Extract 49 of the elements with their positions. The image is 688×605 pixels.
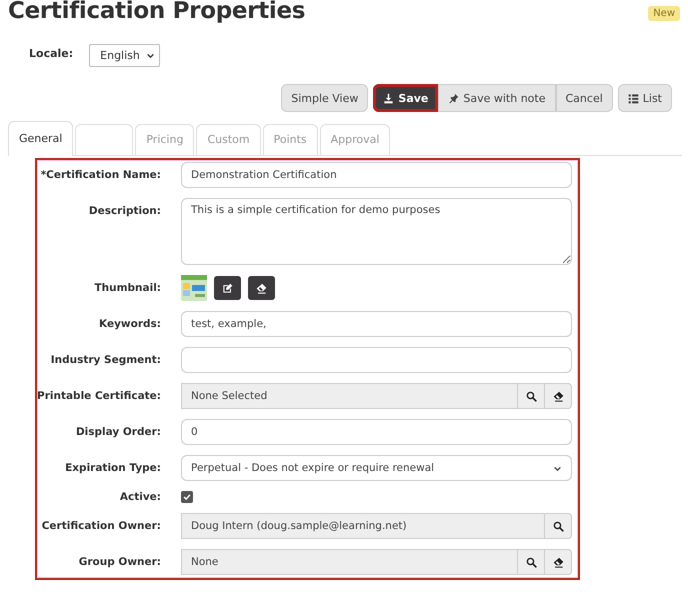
field-label: Industry Segment: bbox=[50, 354, 161, 366]
locale-select[interactable]: English bbox=[89, 44, 160, 67]
eraser-icon bbox=[256, 282, 267, 294]
input-field[interactable]: 0 bbox=[181, 419, 572, 445]
edit-icon bbox=[222, 282, 233, 294]
input-field[interactable]: Demonstration Certification bbox=[181, 162, 572, 188]
input-field[interactable]: None bbox=[181, 549, 518, 575]
input-field[interactable]: None Selected bbox=[181, 383, 518, 409]
field-label: Keywords: bbox=[98, 318, 161, 330]
chevron-icon bbox=[146, 51, 155, 60]
search-button[interactable] bbox=[518, 549, 545, 575]
search-icon bbox=[526, 390, 536, 402]
clear-button[interactable] bbox=[545, 549, 572, 575]
search-icon bbox=[552, 520, 564, 532]
checkbox[interactable] bbox=[181, 491, 193, 503]
text-area[interactable]: This is a simple certification for demo purposes bbox=[181, 198, 572, 265]
field-label: Active: bbox=[118, 491, 161, 503]
clear-button[interactable] bbox=[248, 276, 275, 300]
edit-button[interactable] bbox=[214, 276, 241, 300]
eraser-icon bbox=[552, 556, 564, 568]
toolbar-button[interactable]: Cancel bbox=[556, 84, 613, 112]
field-label: Group Owner: bbox=[78, 556, 161, 568]
select-field[interactable]: Perpetual - Does not expire or require renewal bbox=[181, 455, 572, 481]
toolbar-button[interactable]: List bbox=[618, 84, 672, 112]
download-icon bbox=[383, 92, 394, 104]
search-button[interactable] bbox=[545, 513, 572, 539]
pin-icon bbox=[448, 92, 460, 104]
tab[interactable]: General bbox=[8, 121, 74, 156]
search-button[interactable] bbox=[518, 383, 545, 409]
field-label: Expiration Type: bbox=[64, 462, 161, 474]
new-badge: New bbox=[648, 6, 680, 21]
field-label: Description: bbox=[88, 205, 161, 217]
input-field[interactable] bbox=[181, 347, 572, 373]
field-label: Thumbnail: bbox=[93, 282, 161, 294]
locale-label: Locale: bbox=[29, 47, 74, 60]
field-label: *Certification Name: bbox=[40, 169, 161, 181]
field-label: Printable Certificate: bbox=[37, 390, 161, 402]
field-label: Certification Owner: bbox=[40, 520, 161, 532]
page-title: Certification Properties bbox=[8, 0, 306, 24]
list-icon bbox=[628, 92, 639, 104]
save-button[interactable]: Save bbox=[373, 84, 438, 112]
clear-button[interactable] bbox=[545, 383, 572, 409]
input-field[interactable]: test, example, bbox=[181, 311, 572, 337]
field-label: Display Order: bbox=[74, 426, 161, 438]
input-field[interactable]: Doug Intern (doug.sample@learning.net) bbox=[181, 513, 545, 539]
eraser-icon bbox=[552, 390, 564, 402]
search-icon bbox=[526, 556, 536, 568]
toolbar-button[interactable]: Simple View bbox=[281, 84, 368, 112]
toolbar-button[interactable]: Save with note bbox=[438, 84, 556, 112]
